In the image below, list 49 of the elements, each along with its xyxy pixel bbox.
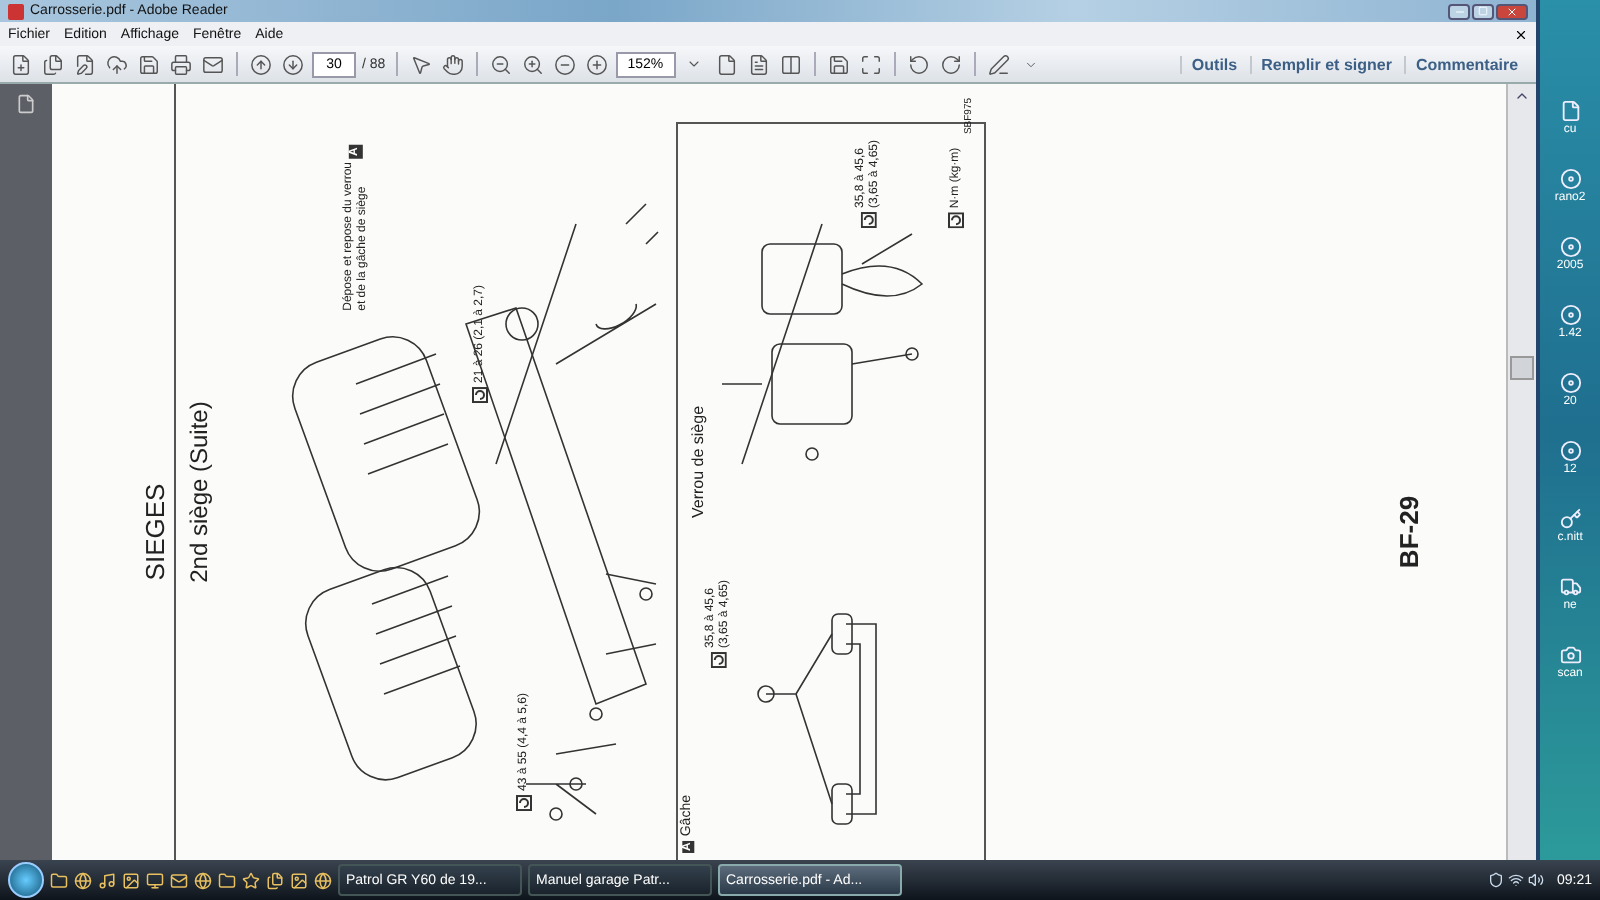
star-icon[interactable] [242, 871, 260, 889]
close-icon[interactable] [1506, 5, 1519, 17]
folder-icon[interactable] [218, 871, 236, 889]
page-label: BF-29 [1395, 495, 1425, 569]
mail-icon[interactable] [170, 871, 188, 889]
panel-tab[interactable]: Commentaire [1403, 55, 1529, 73]
torque-icon [516, 795, 532, 812]
minimize-button[interactable] [1448, 3, 1471, 19]
close-button[interactable] [1496, 3, 1529, 19]
files-icon[interactable] [266, 871, 284, 889]
pdf-app-icon [8, 3, 24, 19]
torque-icon [860, 212, 876, 229]
lock-label: Verrou de siège [691, 405, 709, 519]
key-icon[interactable] [1559, 508, 1582, 530]
close-document-icon[interactable] [1514, 27, 1529, 41]
minimize-icon[interactable] [1453, 5, 1466, 17]
section-subtitle: 2nd siège (Suite) [186, 401, 214, 583]
image-icon[interactable] [290, 871, 308, 889]
disc-icon[interactable] [1559, 372, 1582, 394]
disc-icon[interactable] [1559, 440, 1582, 462]
camera-icon[interactable] [1559, 644, 1582, 666]
folder-icon[interactable] [50, 871, 68, 889]
globe-icon[interactable] [194, 871, 212, 889]
scroll-thumb[interactable] [1510, 356, 1535, 380]
maximize-button[interactable] [1472, 3, 1495, 19]
panel-tab[interactable]: Remplir et signer [1249, 55, 1402, 73]
volume-icon[interactable] [1528, 872, 1545, 888]
start-button[interactable] [8, 862, 44, 898]
caret-icon[interactable] [686, 56, 703, 72]
torque-icon [472, 387, 488, 404]
torque-icon [948, 212, 964, 229]
monitor-icon[interactable] [146, 871, 164, 889]
network-icon[interactable] [1508, 872, 1525, 888]
truck-icon[interactable] [1559, 576, 1582, 598]
scrollbar[interactable] [1506, 84, 1537, 860]
disc-icon[interactable] [1559, 304, 1582, 326]
pages-panel-icon[interactable] [16, 94, 36, 114]
section-title: SIEGES [141, 483, 171, 581]
music-icon[interactable] [98, 871, 116, 889]
image-icon[interactable] [122, 871, 140, 889]
panel-tab[interactable]: Outils [1179, 55, 1248, 73]
torque-icon [710, 652, 726, 669]
disc-icon[interactable] [1559, 168, 1582, 190]
globe-icon[interactable] [314, 871, 332, 889]
shield-icon[interactable] [1488, 872, 1505, 888]
document-icon[interactable] [1559, 100, 1582, 122]
globe-icon[interactable] [74, 871, 92, 889]
caret-icon[interactable] [1023, 57, 1038, 71]
disc-icon[interactable] [1559, 236, 1582, 258]
